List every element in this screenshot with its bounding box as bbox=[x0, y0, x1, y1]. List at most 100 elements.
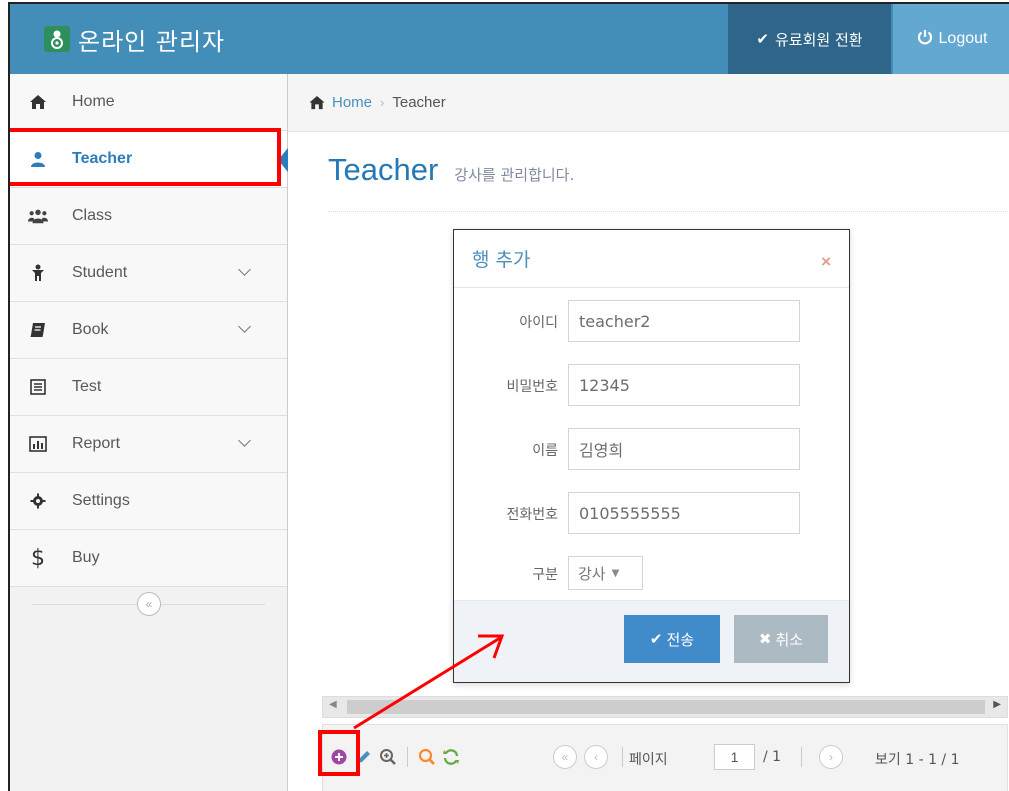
first-page-button[interactable]: « bbox=[553, 745, 577, 769]
name-field[interactable]: 김영희 bbox=[568, 428, 800, 470]
home-icon bbox=[309, 95, 325, 110]
form-row-id: 아이디 teacher2 bbox=[454, 300, 849, 342]
page-number-input[interactable]: 1 bbox=[714, 744, 755, 770]
id-value: teacher2 bbox=[579, 311, 651, 331]
phone-field[interactable]: 0105555555 bbox=[568, 492, 800, 534]
divider bbox=[622, 747, 623, 767]
chevron-down-icon[interactable] bbox=[238, 320, 251, 333]
password-label: 비밀번호 bbox=[506, 379, 558, 395]
view-row-button[interactable] bbox=[377, 745, 399, 769]
form-row-type: 구분 강사 ▼ bbox=[454, 552, 849, 594]
id-label: 아이디 bbox=[519, 315, 558, 331]
total-pages: / 1 bbox=[763, 749, 782, 765]
breadcrumb-current: Teacher bbox=[392, 94, 446, 111]
cancel-button[interactable]: ✖ 취소 bbox=[734, 615, 828, 663]
breadcrumb-home-link[interactable]: Home bbox=[308, 94, 372, 111]
power-icon bbox=[917, 29, 933, 50]
refresh-icon bbox=[443, 749, 459, 765]
phone-value: 0105555555 bbox=[579, 503, 681, 523]
dialog-title: 행 추가 bbox=[472, 249, 531, 271]
grid-pager: « ‹ 페이지 1 / 1 › 보기 1 - 1 / 1 bbox=[322, 724, 1008, 791]
app-window: 온라인 관리자 ✔ 유료회원 전환 Logout Home Teacher Cl… bbox=[8, 2, 1009, 791]
dollar-icon: $ bbox=[31, 545, 45, 571]
form-row-phone: 전화번호 0105555555 bbox=[454, 492, 849, 534]
sidebar-collapse-button[interactable]: « bbox=[137, 592, 161, 616]
add-row-dialog: 행 추가 × 아이디 teacher2 비밀번호 12345 이름 김영희 전화… bbox=[453, 229, 850, 683]
phone-label: 전화번호 bbox=[506, 507, 558, 523]
logout-button[interactable]: Logout bbox=[893, 4, 1009, 74]
scroll-left-icon[interactable]: ◀ bbox=[329, 699, 337, 710]
brand-logo-icon bbox=[44, 26, 70, 52]
sidebar-collapse-row: « bbox=[10, 587, 287, 621]
name-label: 이름 bbox=[532, 443, 558, 459]
zoom-in-icon bbox=[380, 749, 396, 765]
page-header: Teacher 강사를 관리합니다. bbox=[328, 152, 1008, 212]
premium-upgrade-button[interactable]: ✔ 유료회원 전환 bbox=[728, 4, 891, 74]
highlight-box-teacher bbox=[10, 128, 281, 186]
brand-title: 온라인 관리자 bbox=[78, 27, 226, 56]
breadcrumb: Home › Teacher bbox=[288, 74, 1009, 132]
close-icon[interactable]: × bbox=[821, 252, 831, 272]
page-label: 페이지 bbox=[629, 752, 668, 768]
child-icon bbox=[28, 264, 48, 282]
records-info: 보기 1 - 1 / 1 bbox=[875, 752, 960, 768]
sidebar-item-label: Student bbox=[72, 264, 128, 281]
premium-label: 유료회원 전환 bbox=[775, 30, 863, 49]
chevron-down-icon[interactable] bbox=[238, 434, 251, 447]
close-icon: ✖ bbox=[758, 630, 772, 648]
list-icon bbox=[28, 379, 48, 395]
sidebar-item-label: Settings bbox=[72, 492, 130, 509]
highlight-box-add-button bbox=[318, 730, 360, 776]
check-icon: ✔ bbox=[756, 30, 769, 48]
form-row-name: 이름 김영희 bbox=[454, 428, 849, 470]
search-icon bbox=[418, 748, 435, 765]
sidebar-item-settings[interactable]: Settings bbox=[10, 473, 287, 530]
annotation-arrow-icon bbox=[353, 634, 505, 730]
brand[interactable]: 온라인 관리자 bbox=[44, 22, 225, 56]
type-label: 구분 bbox=[532, 567, 558, 583]
check-icon: ✔ bbox=[649, 630, 663, 648]
search-button[interactable] bbox=[416, 745, 438, 769]
type-value: 강사 bbox=[578, 564, 606, 583]
sidebar-item-label: Class bbox=[72, 207, 113, 224]
sidebar-item-label: Report bbox=[72, 435, 121, 452]
submit-button[interactable]: ✔ 전송 bbox=[624, 615, 720, 663]
password-value: 12345 bbox=[579, 375, 630, 395]
cog-icon bbox=[28, 493, 48, 509]
sidebar-item-test[interactable]: Test bbox=[10, 359, 287, 416]
sidebar-item-label: Book bbox=[72, 321, 109, 338]
type-select[interactable]: 강사 ▼ bbox=[568, 556, 643, 590]
book-icon bbox=[28, 322, 48, 338]
breadcrumb-separator: › bbox=[380, 95, 385, 110]
sidebar-item-buy[interactable]: $ Buy bbox=[10, 530, 287, 587]
dialog-header: 행 추가 × bbox=[454, 230, 849, 288]
sidebar-item-report[interactable]: Report bbox=[10, 416, 287, 473]
scroll-right-icon[interactable]: ▶ bbox=[993, 699, 1001, 710]
dropdown-arrow-icon: ▼ bbox=[611, 567, 620, 579]
chevron-down-icon[interactable] bbox=[238, 263, 251, 276]
page-title: Teacher bbox=[328, 152, 439, 187]
sidebar-item-class[interactable]: Class bbox=[10, 188, 287, 245]
prev-page-button[interactable]: ‹ bbox=[584, 745, 608, 769]
bar-chart-icon bbox=[28, 436, 48, 452]
sidebar-item-home[interactable]: Home bbox=[10, 74, 287, 131]
sidebar-item-book[interactable]: Book bbox=[10, 302, 287, 359]
sidebar-item-label: Buy bbox=[72, 549, 100, 566]
sidebar-item-label: Test bbox=[72, 378, 102, 395]
refresh-button[interactable] bbox=[440, 745, 462, 769]
users-icon bbox=[28, 208, 48, 224]
divider bbox=[407, 747, 408, 767]
id-field[interactable]: teacher2 bbox=[568, 300, 800, 342]
sidebar-item-label: Home bbox=[72, 93, 115, 110]
name-value: 김영희 bbox=[579, 441, 624, 460]
submit-label: 전송 bbox=[666, 630, 695, 649]
breadcrumb-home-label: Home bbox=[332, 94, 373, 111]
top-navbar: 온라인 관리자 ✔ 유료회원 전환 Logout bbox=[10, 4, 1009, 74]
next-page-button[interactable]: › bbox=[819, 745, 843, 769]
page-subtitle: 강사를 관리합니다. bbox=[454, 166, 575, 184]
home-icon bbox=[28, 94, 48, 110]
cancel-label: 취소 bbox=[775, 630, 804, 649]
password-field[interactable]: 12345 bbox=[568, 364, 800, 406]
form-row-password: 비밀번호 12345 bbox=[454, 364, 849, 406]
sidebar-item-student[interactable]: Student bbox=[10, 245, 287, 302]
